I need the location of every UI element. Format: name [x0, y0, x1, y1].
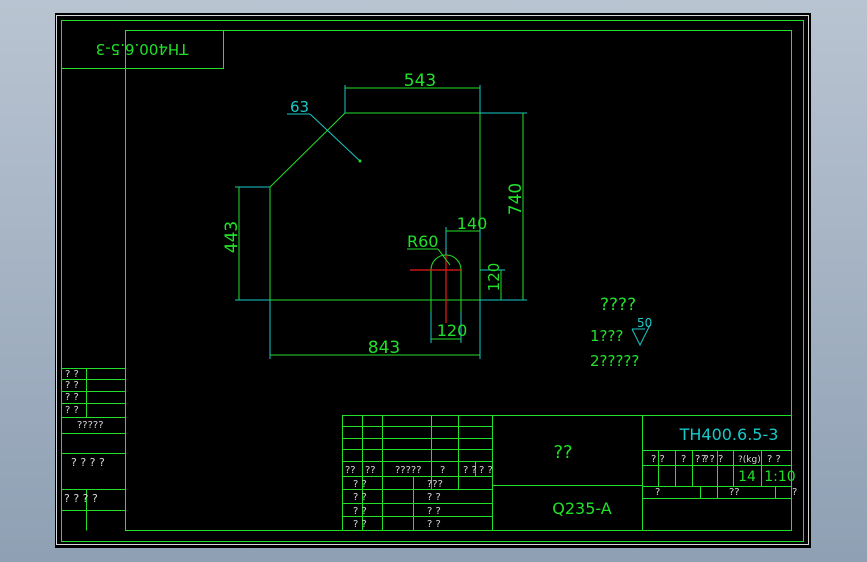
- drawing-canvas: TH400.6.5-3 543 740 443 843 140 R60 120 …: [56, 15, 809, 545]
- dimension-slot-width: 120: [430, 312, 468, 343]
- tb-info-2: ?: [681, 454, 686, 465]
- notes-line-1: 1???: [590, 327, 623, 345]
- tb-sign-row3-b: ? ?: [427, 506, 441, 517]
- tb-header-5: ? ?: [463, 465, 477, 476]
- dimension-radius: R60: [407, 232, 451, 266]
- dimension-top-width: 543: [344, 71, 481, 113]
- dimension-slot-offset: 140: [445, 214, 488, 255]
- side-row-5: ?????: [77, 420, 104, 431]
- dim-slot-height-label: 120: [485, 263, 503, 292]
- dimension-chamfer: 63: [287, 98, 362, 163]
- dim-slot-width-label: 120: [437, 321, 468, 340]
- dim-radius-label: R60: [407, 232, 438, 251]
- tb-header-6: ? ?: [479, 465, 493, 476]
- tb-info-4: ? ? ?: [701, 454, 723, 465]
- cad-viewport[interactable]: TH400.6.5-3 543 740 443 843 140 R60 120 …: [55, 13, 811, 548]
- technical-notes: ???? 1??? 50 2?????: [590, 295, 652, 370]
- tb-sign-row2-a: ? ?: [353, 492, 367, 503]
- tb-part-name: ??: [553, 442, 572, 463]
- side-row-7: ? ? ? ?: [64, 492, 98, 505]
- dimension-slot-height: 120: [480, 263, 505, 300]
- tb-info-1: ? ?: [651, 454, 665, 465]
- stamp-mirrored-text: TH400.6.5-3: [96, 40, 190, 58]
- dim-chamfer-label: 63: [290, 98, 309, 116]
- part-chamfer-edge: [269, 112, 346, 188]
- notes-line-2: 2?????: [590, 352, 639, 370]
- tb-sheet-right: ?: [792, 487, 797, 498]
- dim-left-height-label: 443: [222, 221, 242, 253]
- side-row-1: ? ?: [65, 369, 79, 380]
- tb-info-6: ? ?: [767, 454, 781, 465]
- side-row-3: ? ?: [65, 392, 79, 403]
- dim-slot-offset-label: 140: [457, 214, 488, 233]
- roughness-value: 50: [637, 316, 652, 330]
- dim-right-height-label: 740: [506, 183, 526, 215]
- dim-bottom-width-label: 843: [368, 338, 400, 358]
- tb-scale: 1:10: [764, 469, 795, 485]
- title-block: ?? ?? ????? ? ? ? ? ? ? ? ??? ? ? ? ? ? …: [342, 415, 797, 531]
- side-row-4: ? ?: [65, 405, 79, 416]
- tb-sign-row3-a: ? ?: [353, 506, 367, 517]
- tb-drawing-number: TH400.6.5-3: [679, 425, 779, 444]
- tb-sign-row1-a: ? ?: [353, 479, 367, 490]
- tb-sign-row4-a: ? ?: [353, 519, 367, 530]
- tb-header-1: ??: [345, 465, 356, 476]
- tb-info-5: ?(kg): [738, 455, 761, 465]
- tb-sign-row4-b: ? ?: [427, 519, 441, 530]
- dim-top-width-label: 543: [404, 71, 436, 91]
- tb-header-2: ??: [365, 465, 376, 476]
- tb-weight: 14: [738, 469, 756, 485]
- notes-heading: ????: [600, 295, 636, 315]
- tb-header-3: ?????: [395, 465, 422, 476]
- part-left-bottom-edge: [269, 187, 481, 301]
- tb-sheet-mid: ??: [729, 487, 740, 498]
- dimension-left-height: 443: [222, 186, 270, 301]
- side-row-6: ? ? ? ?: [71, 456, 105, 469]
- tb-header-4: ?: [440, 465, 445, 476]
- tb-sign-row2-b: ? ?: [427, 492, 441, 503]
- tb-sign-row1-b: ???: [427, 479, 443, 490]
- side-table: ? ? ? ? ? ? ? ? ????? ? ? ? ? ? ? ? ?: [61, 368, 126, 531]
- part-outline: [269, 112, 481, 312]
- side-row-2: ? ?: [65, 380, 79, 391]
- tb-material: Q235-A: [552, 499, 612, 518]
- tb-sheet-left: ?: [655, 487, 660, 498]
